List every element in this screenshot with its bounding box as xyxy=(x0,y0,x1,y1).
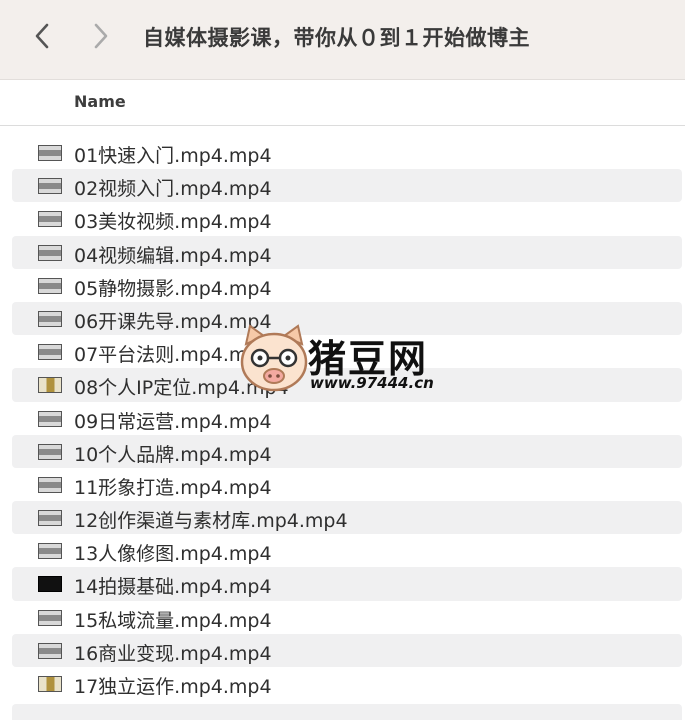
file-name: 12创作渠道与素材库.mp4.mp4 xyxy=(74,510,348,533)
file-row[interactable]: 13人像修图.mp4.mp4 xyxy=(0,534,685,567)
column-header: Name xyxy=(0,80,685,126)
video-thumbnail-icon xyxy=(38,543,62,560)
file-name: 01快速入门.mp4.mp4 xyxy=(74,145,272,167)
file-row[interactable]: 09日常运营.mp4.mp4 xyxy=(0,402,685,435)
file-list: 01快速入门.mp4.mp4 02视频入门.mp4.mp4 03美妆视频.mp4… xyxy=(0,136,685,720)
video-thumbnail-icon xyxy=(38,178,62,195)
file-row[interactable]: 14拍摄基础.mp4.mp4 xyxy=(12,567,682,601)
file-row[interactable]: 10个人品牌.mp4.mp4 xyxy=(12,434,682,468)
file-name: 02视频入门.mp4.mp4 xyxy=(74,178,272,201)
file-name: 06开课先导.mp4.mp4 xyxy=(74,310,272,333)
empty-row xyxy=(12,704,682,720)
video-thumbnail-icon xyxy=(38,576,62,593)
file-row[interactable]: 06开课先导.mp4.mp4 xyxy=(12,301,682,336)
video-thumbnail-icon xyxy=(38,211,62,228)
video-thumbnail-icon xyxy=(38,244,62,261)
file-row[interactable]: 04视频编辑.mp4.mp4 xyxy=(12,235,682,269)
file-name: 16商业变现.mp4.mp4 xyxy=(74,642,272,665)
window-title: 自媒体摄影课，带你从０到１开始做博主 xyxy=(143,26,530,50)
file-row[interactable]: 05静物摄影.mp4.mp4 xyxy=(0,269,685,302)
chevron-left-icon xyxy=(35,23,49,49)
file-name: 04视频编辑.mp4.mp4 xyxy=(74,244,272,267)
video-thumbnail-icon xyxy=(38,277,62,294)
file-name: 03美妆视频.mp4.mp4 xyxy=(74,211,272,234)
video-thumbnail-icon xyxy=(38,476,62,493)
video-thumbnail-icon xyxy=(38,377,62,394)
file-row[interactable]: 02视频入门.mp4.mp4 xyxy=(12,169,682,203)
file-name: 10个人品牌.mp4.mp4 xyxy=(74,443,272,466)
video-thumbnail-icon xyxy=(38,609,62,626)
video-thumbnail-icon xyxy=(38,344,62,361)
file-name: 08个人IP定位.mp4.mp4 xyxy=(74,377,289,400)
file-row[interactable]: 11形象打造.mp4.mp4 xyxy=(0,468,685,501)
video-thumbnail-icon xyxy=(38,642,62,659)
file-name: 07平台法则.mp4.mp4 xyxy=(74,344,272,367)
forward-button[interactable] xyxy=(86,18,116,54)
file-name: 13人像修图.mp4.mp4 xyxy=(74,543,272,566)
file-row[interactable]: 16商业变现.mp4.mp4 xyxy=(12,633,682,667)
file-row[interactable]: 15私域流量.mp4.mp4 xyxy=(0,601,685,634)
video-thumbnail-icon xyxy=(38,145,62,161)
video-thumbnail-icon xyxy=(38,410,62,427)
video-thumbnail-icon xyxy=(38,443,62,460)
toolbar: 自媒体摄影课，带你从０到１开始做博主 xyxy=(0,0,685,80)
file-row[interactable]: 01快速入门.mp4.mp4 xyxy=(0,136,685,169)
file-name: 17独立运作.mp4.mp4 xyxy=(74,676,272,698)
file-row[interactable]: 12创作渠道与素材库.mp4.mp4 xyxy=(12,501,682,535)
chevron-right-icon xyxy=(94,23,108,49)
video-thumbnail-icon xyxy=(38,510,62,527)
file-name: 09日常运营.mp4.mp4 xyxy=(74,410,272,433)
back-button[interactable] xyxy=(27,18,57,54)
file-name: 14拍摄基础.mp4.mp4 xyxy=(74,576,272,599)
file-name: 05静物摄影.mp4.mp4 xyxy=(74,277,272,300)
name-column-header[interactable]: Name xyxy=(74,92,126,111)
file-row[interactable]: 17独立运作.mp4.mp4 xyxy=(0,667,685,700)
video-thumbnail-icon xyxy=(38,310,62,327)
file-name: 15私域流量.mp4.mp4 xyxy=(74,609,272,632)
video-thumbnail-icon xyxy=(38,676,62,692)
file-row[interactable]: 08个人IP定位.mp4.mp4 xyxy=(12,368,682,402)
file-name: 11形象打造.mp4.mp4 xyxy=(74,476,272,499)
file-row[interactable]: 03美妆视频.mp4.mp4 xyxy=(0,202,685,235)
file-row[interactable]: 07平台法则.mp4.mp4 xyxy=(0,335,685,368)
